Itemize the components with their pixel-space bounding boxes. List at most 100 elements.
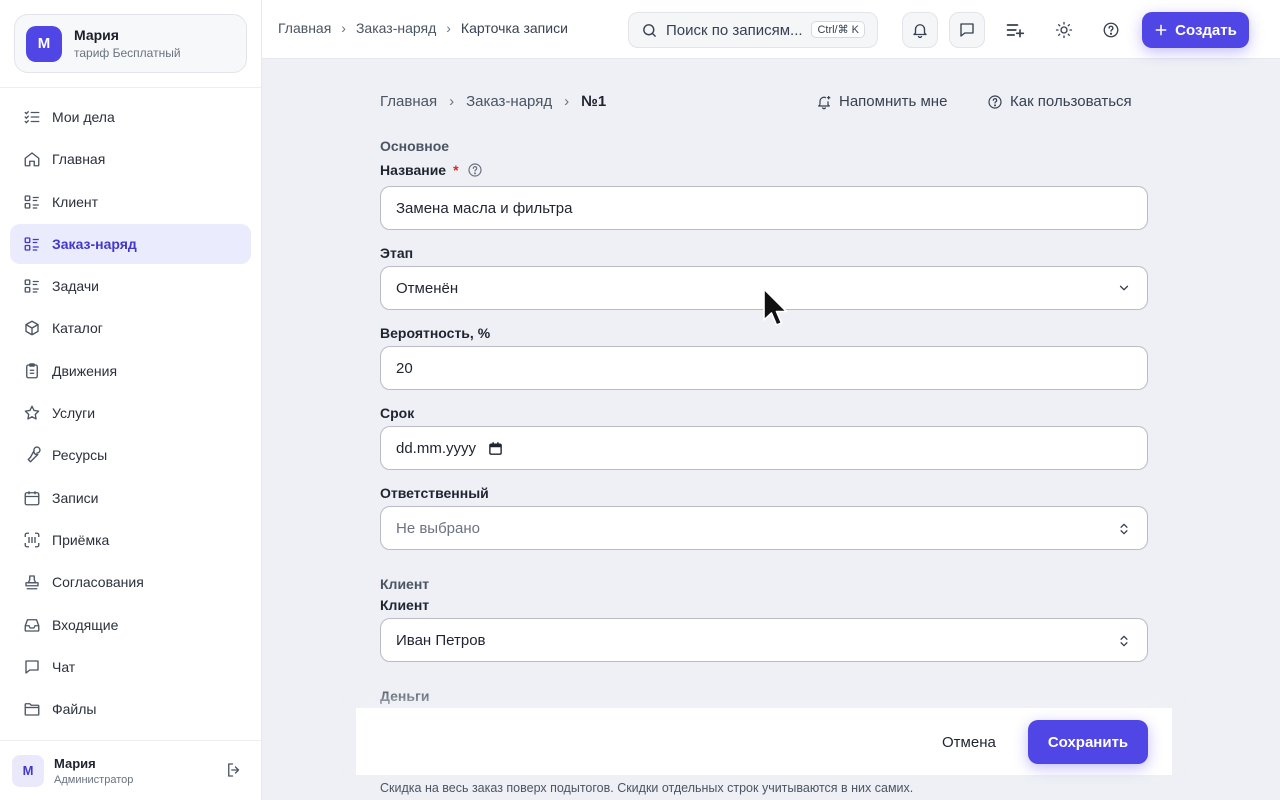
star-icon [22, 403, 42, 423]
sidebar-item-movements[interactable]: Движения [10, 351, 251, 391]
notifications-button[interactable] [902, 12, 938, 48]
account-name: Мария [74, 27, 119, 43]
avatar: М [12, 754, 44, 787]
remind-me-label: Напомнить мне [839, 93, 948, 110]
sidebar-item-label: Каталог [52, 320, 103, 337]
sidebar-item-label: Файлы [52, 701, 97, 718]
calendar-icon [22, 488, 42, 508]
sidebar-item-work-orders[interactable]: Заказ-наряд [10, 223, 251, 264]
remind-me-button[interactable]: Напомнить мне [816, 93, 947, 110]
list-icon [22, 276, 42, 296]
help-button[interactable] [1093, 12, 1129, 48]
sidebar-item-home[interactable]: Главная [10, 139, 251, 179]
client-select[interactable]: Иван Петров [380, 618, 1148, 662]
sidebar-nav: Мои дела Главная Клиент Заказ-наряд Зада… [10, 97, 251, 731]
bell-icon [911, 21, 929, 39]
section-client-title: Клиент [380, 576, 430, 592]
clipboard-icon [22, 361, 42, 381]
folder-icon [22, 699, 42, 719]
breadcrumb-work-orders[interactable]: Заказ-наряд [466, 93, 552, 110]
box-icon [22, 318, 42, 338]
sidebar-item-acceptance[interactable]: Приёмка [10, 520, 251, 560]
sidebar-item-my-tasks[interactable]: Мои дела [10, 97, 251, 137]
deadline-date-field[interactable]: dd.mm.yyyy [380, 426, 1148, 470]
sidebar-item-label: Мои дела [52, 109, 115, 125]
mouse-cursor-icon [763, 288, 788, 326]
create-button[interactable]: Создать [1142, 12, 1249, 48]
discount-hint: Скидка на весь заказ поверх подытогов. С… [380, 781, 914, 795]
stamp-icon [22, 572, 42, 592]
responsible-value: Не выбрано [396, 519, 480, 537]
probability-label: Вероятность, % [380, 325, 491, 341]
name-label-text: Название [380, 162, 447, 178]
calendar-icon[interactable] [488, 441, 503, 456]
sidebar-item-chat[interactable]: Чат [10, 647, 251, 687]
chat-icon [22, 657, 42, 677]
sidebar-item-client[interactable]: Клиент [10, 182, 251, 222]
breadcrumb-record-number: №1 [581, 93, 607, 110]
sidebar-item-label: Клиент [52, 193, 99, 210]
probability-field[interactable]: 20 [380, 346, 1148, 390]
stage-label: Этап [380, 245, 414, 261]
how-to-use-button[interactable]: Как пользоваться [987, 93, 1132, 110]
sidebar-item-records[interactable]: Записи [10, 478, 251, 518]
search-shortcut: Ctrl/⌘ K [811, 21, 865, 38]
client-label: Клиент [380, 597, 430, 613]
list-icon [22, 234, 42, 254]
cancel-button[interactable]: Отмена [942, 734, 996, 751]
account-switcher[interactable]: М Мария тариф Бесплатный [14, 14, 247, 73]
probability-value: 20 [396, 359, 413, 377]
sidebar-item-label: Записи [52, 489, 99, 506]
breadcrumb: Главная › Заказ-наряд › Карточка записи [278, 20, 568, 36]
how-to-use-label: Как пользоваться [1010, 93, 1132, 110]
breadcrumb-home[interactable]: Главная [278, 20, 331, 36]
name-value: Замена масла и фильтра [396, 199, 573, 217]
sidebar-item-inbox[interactable]: Входящие [10, 605, 251, 645]
section-money-title: Деньги [380, 688, 430, 704]
name-field[interactable]: Замена масла и фильтра [380, 186, 1148, 230]
stage-value: Отменён [396, 279, 459, 297]
sidebar-item-label: Задачи [52, 278, 100, 295]
chevron-down-icon [1117, 281, 1131, 299]
user-info: Мария Администратор [54, 756, 133, 786]
sidebar-item-files[interactable]: Файлы [10, 689, 251, 729]
task-list-icon [22, 107, 42, 127]
chevron-right-icon: › [449, 93, 455, 110]
sidebar-item-tasks[interactable]: Задачи [10, 266, 251, 306]
chevron-up-down-icon [1117, 633, 1131, 653]
sidebar-item-label: Согласования [52, 574, 144, 591]
search-input[interactable]: Поиск по записям... Ctrl/⌘ K [628, 12, 878, 48]
breadcrumb-current: Карточка записи [460, 20, 568, 36]
sidebar: М Мария тариф Бесплатный Мои дела Главна… [0, 0, 262, 800]
messages-button[interactable] [949, 12, 985, 48]
responsible-select[interactable]: Не выбрано [380, 506, 1148, 550]
client-value: Иван Петров [396, 631, 486, 649]
list-icon [22, 192, 42, 212]
account-info: Мария тариф Бесплатный [74, 27, 181, 60]
sidebar-item-label: Главная [52, 151, 106, 168]
inbox-icon [22, 615, 42, 635]
topbar: Главная › Заказ-наряд › Карточка записи … [262, 0, 1280, 59]
help-circle-icon[interactable] [467, 162, 483, 178]
save-button[interactable]: Сохранить [1028, 720, 1148, 764]
account-plan: тариф Бесплатный [74, 46, 181, 60]
chevron-right-icon: › [446, 20, 451, 36]
breadcrumb-home[interactable]: Главная [380, 93, 437, 110]
help-circle-icon [1102, 21, 1120, 39]
theme-toggle-button[interactable] [1046, 12, 1082, 48]
sidebar-item-label: Приёмка [52, 531, 110, 548]
sidebar-item-resources[interactable]: Ресурсы [10, 435, 251, 475]
sidebar-item-catalog[interactable]: Каталог [10, 308, 251, 348]
help-circle-icon [988, 94, 1002, 109]
deadline-value: dd.mm.yyyy [396, 439, 477, 457]
sun-icon [1055, 21, 1073, 39]
sidebar-divider [0, 87, 261, 88]
logout-icon[interactable] [225, 761, 243, 784]
wrench-icon [22, 445, 42, 465]
breadcrumb-work-orders[interactable]: Заказ-наряд [356, 20, 436, 36]
chat-icon [958, 21, 976, 39]
sidebar-item-services[interactable]: Услуги [10, 393, 251, 433]
quick-add-list-button[interactable] [997, 12, 1033, 48]
record-breadcrumb: Главная › Заказ-наряд › №1 [380, 93, 606, 110]
sidebar-item-approvals[interactable]: Согласования [10, 562, 251, 602]
